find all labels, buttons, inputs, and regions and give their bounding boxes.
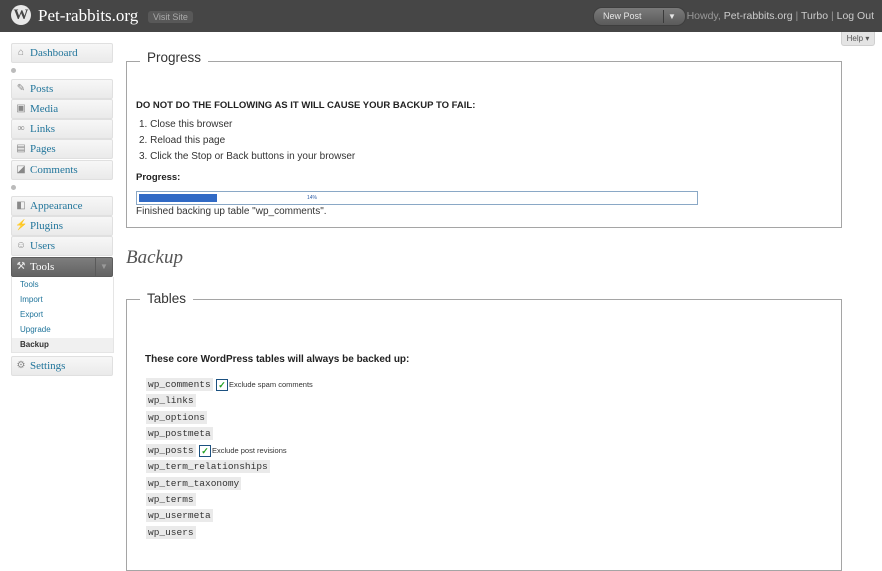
sidebar-item-label: Comments xyxy=(30,164,78,176)
table-name: wp_term_taxonomy xyxy=(146,477,242,490)
sidebar-item-media[interactable]: ▣ Media xyxy=(11,99,113,119)
table-name: wp_options xyxy=(146,411,208,424)
sidebar-item-label: Pages xyxy=(30,143,56,155)
help-label[interactable]: Help xyxy=(847,34,863,43)
tables-fieldset xyxy=(126,299,842,571)
sidebar-item-label: Appearance xyxy=(30,200,83,212)
help-tab[interactable]: Help ▾ xyxy=(841,32,875,46)
sidebar-item-posts[interactable]: ✎ Posts xyxy=(11,79,113,99)
sidebar-item-users[interactable]: ☺ Users xyxy=(11,236,113,256)
tools-icon: ⚒ xyxy=(16,261,26,272)
appearance-icon: ◧ xyxy=(16,200,26,211)
user-link[interactable]: Pet-rabbits.org xyxy=(724,10,793,22)
table-name: wp_term_relationships xyxy=(146,460,270,473)
sidebar-item-label: Posts xyxy=(30,83,54,95)
warning-step: 2. Reload this page xyxy=(139,135,226,146)
new-post-button[interactable]: New Post ▼ xyxy=(593,7,686,26)
progress-heading: Progress xyxy=(140,50,209,65)
table-name: wp_links xyxy=(146,394,196,407)
submenu-item-upgrade[interactable]: Upgrade xyxy=(20,325,51,334)
turbo-link[interactable]: Turbo xyxy=(801,10,828,22)
submenu-item-export[interactable]: Export xyxy=(20,310,43,319)
chevron-down-icon[interactable]: ▼ xyxy=(95,258,112,276)
sidebar-item-pages[interactable]: ▤ Pages xyxy=(11,139,113,159)
pages-icon: ▤ xyxy=(16,143,26,154)
table-name: wp_postmeta xyxy=(146,427,213,440)
pushpin-icon: ✎ xyxy=(16,83,26,94)
visit-site-button[interactable]: Visit Site xyxy=(148,11,193,23)
log-out-link[interactable]: Log Out xyxy=(837,10,874,22)
page-title: Backup xyxy=(126,247,183,268)
sidebar-item-dashboard[interactable]: ⌂ Dashboard xyxy=(11,43,113,63)
sidebar-item-label: Settings xyxy=(30,360,66,372)
menu-separator xyxy=(11,68,111,73)
plugins-icon: ⚡ xyxy=(15,220,28,231)
sidebar-item-appearance[interactable]: ◧ Appearance xyxy=(11,196,113,216)
exclude-revisions-checkbox[interactable]: ✓ xyxy=(199,445,211,457)
submenu-item-backup[interactable]: Backup xyxy=(12,338,113,352)
wordpress-logo-icon[interactable]: W xyxy=(11,5,31,25)
new-post-divider xyxy=(663,10,664,23)
sidebar-item-comments[interactable]: ◪ Comments xyxy=(11,160,113,180)
menu-separator xyxy=(11,185,111,190)
table-name: wp_users xyxy=(146,526,196,539)
user-info: Howdy, Pet-rabbits.org | Turbo | Log Out xyxy=(687,10,874,22)
sidebar-item-label: Dashboard xyxy=(30,47,78,59)
media-icon: ▣ xyxy=(16,103,26,114)
exclude-revisions-label[interactable]: Exclude post revisions xyxy=(212,445,287,457)
separator: | xyxy=(830,10,834,22)
sidebar-item-tools[interactable]: ⚒ Tools ▼ xyxy=(11,257,113,277)
chevron-down-icon[interactable]: ▼ xyxy=(668,8,676,25)
submenu-item-tools[interactable]: Tools xyxy=(20,280,39,289)
submenu-item-import[interactable]: Import xyxy=(20,295,43,304)
new-post-label[interactable]: New Post xyxy=(603,8,642,25)
howdy-text: Howdy, xyxy=(686,10,721,22)
tools-submenu: Tools Import Export Upgrade Backup xyxy=(11,277,114,353)
exclude-spam-label[interactable]: Exclude spam comments xyxy=(229,379,313,391)
table-name: wp_usermeta xyxy=(146,509,213,522)
progress-percent: 14% xyxy=(307,195,318,201)
table-name: wp_terms xyxy=(146,493,196,506)
site-title[interactable]: Pet-rabbits.org xyxy=(38,6,138,26)
sidebar-item-settings[interactable]: ⚙ Settings xyxy=(11,356,113,376)
link-icon: ∞ xyxy=(17,123,25,134)
users-icon: ☺ xyxy=(15,240,27,251)
sidebar-item-label: Plugins xyxy=(30,220,64,232)
table-name: wp_comments xyxy=(146,378,213,391)
exclude-spam-checkbox[interactable]: ✓ xyxy=(216,379,228,391)
settings-icon: ⚙ xyxy=(16,360,26,371)
comments-icon: ◪ xyxy=(16,164,26,175)
warning-text: DO NOT DO THE FOLLOWING AS IT WILL CAUSE… xyxy=(136,100,476,111)
status-text: Finished backing up table "wp_comments". xyxy=(136,206,327,217)
sidebar-item-plugins[interactable]: ⚡ Plugins xyxy=(11,216,113,236)
sidebar-item-links[interactable]: ∞ Links xyxy=(11,119,113,139)
sidebar-item-label: Media xyxy=(30,103,59,115)
progress-label: Progress: xyxy=(136,172,181,183)
admin-header: W Pet-rabbits.org Visit Site New Post ▼ … xyxy=(0,0,882,32)
sidebar-item-label: Tools xyxy=(30,261,55,273)
warning-step: 3. Click the Stop or Back buttons in you… xyxy=(139,151,356,162)
tables-heading: Tables xyxy=(140,291,194,306)
sidebar-item-label: Users xyxy=(30,240,56,252)
dashboard-icon: ⌂ xyxy=(17,47,24,58)
table-name: wp_posts xyxy=(146,444,196,457)
separator: | xyxy=(795,10,799,22)
sidebar-item-label: Links xyxy=(30,123,56,135)
warning-step: 1. Close this browser xyxy=(139,119,233,130)
progress-bar: 14% xyxy=(136,191,698,205)
progress-fill xyxy=(139,194,217,202)
tables-intro: These core WordPress tables will always … xyxy=(145,354,410,365)
